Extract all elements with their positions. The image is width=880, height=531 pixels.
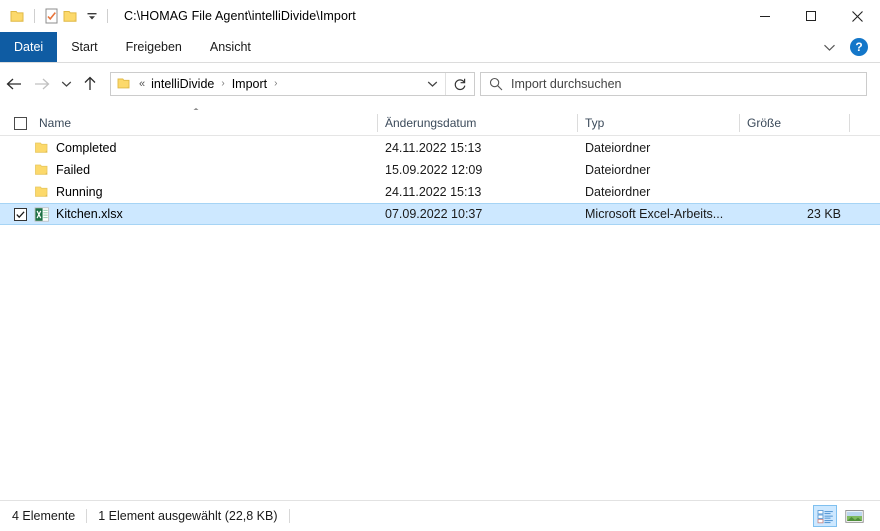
up-arrow-icon[interactable] (76, 69, 104, 99)
file-date: 07.09.2022 10:37 (385, 207, 483, 221)
column-divider[interactable] (577, 114, 578, 132)
status-divider (86, 509, 88, 523)
status-item-count: 4 Elemente (12, 509, 76, 523)
address-dropdown-icon[interactable] (419, 80, 445, 88)
quick-access-toolbar (0, 0, 114, 32)
chevron-down-icon[interactable] (83, 6, 101, 26)
status-bar: 4 Elemente 1 Element ausgewählt (22,8 KB… (0, 501, 880, 531)
details-view-button[interactable] (813, 505, 837, 527)
tab-ansicht[interactable]: Ansicht (196, 32, 265, 62)
address-bar[interactable]: « intelliDivide › Import › (110, 71, 475, 96)
column-header-extra[interactable] (849, 110, 880, 136)
folder-icon[interactable] (8, 6, 28, 26)
window-title: C:\HOMAG File Agent\intelliDivide\Import (124, 9, 356, 23)
table-row[interactable]: Failed 15.09.2022 12:09 Dateiordner (0, 159, 880, 181)
breadcrumb-item-intellidivide[interactable]: intelliDivide (149, 77, 216, 91)
folder-icon (32, 163, 52, 177)
file-date: 15.09.2022 12:09 (385, 163, 483, 177)
file-date: 24.11.2022 15:13 (385, 185, 482, 199)
breadcrumb-separator-icon[interactable]: › (216, 78, 229, 89)
column-divider[interactable] (377, 114, 378, 132)
search-input[interactable]: Import durchsuchen (511, 77, 621, 91)
row-checkbox-placeholder[interactable] (14, 142, 27, 155)
properties-icon[interactable] (41, 6, 61, 26)
tab-freigeben[interactable]: Freigeben (112, 32, 196, 62)
file-type: Dateiordner (585, 185, 651, 199)
toolbar-divider (34, 9, 35, 23)
ribbon-right-controls: ? (820, 32, 880, 62)
search-icon (481, 77, 511, 91)
column-divider[interactable] (739, 114, 740, 132)
excel-file-icon (32, 206, 52, 222)
column-header-size-label: Größe (747, 116, 782, 130)
table-row[interactable]: Running 24.11.2022 15:13 Dateiordner (0, 181, 880, 203)
help-icon[interactable]: ? (850, 38, 868, 56)
toolbar-divider-2 (107, 9, 108, 23)
status-divider-2 (288, 509, 290, 523)
maximize-button[interactable] (788, 0, 834, 32)
view-mode-buttons (813, 505, 880, 527)
column-header-size[interactable]: Größe (739, 110, 849, 136)
file-type: Dateiordner (585, 141, 651, 155)
tab-start[interactable]: Start (57, 32, 111, 62)
new-folder-icon[interactable] (61, 6, 81, 26)
table-row[interactable]: Completed 24.11.2022 15:13 Dateiordner (0, 137, 880, 159)
status-selection-info: 1 Element ausgewählt (22,8 KB) (98, 509, 278, 523)
select-all-checkbox[interactable] (14, 116, 27, 130)
ribbon-tab-strip: Datei Start Freigeben Ansicht ? (0, 32, 880, 62)
row-name-cell: Failed (0, 163, 377, 177)
row-name-cell: Kitchen.xlsx (0, 206, 377, 222)
file-name: Kitchen.xlsx (56, 207, 123, 221)
row-name-cell: Completed (0, 141, 377, 155)
back-arrow-icon[interactable] (0, 69, 28, 99)
table-row-selected[interactable]: Kitchen.xlsx 07.09.2022 10:37 Microsoft … (0, 203, 880, 225)
refresh-icon[interactable] (446, 77, 474, 91)
folder-icon (32, 185, 52, 199)
close-button[interactable] (834, 0, 880, 32)
title-bar: C:\HOMAG File Agent\intelliDivide\Import (0, 0, 880, 32)
breadcrumb-separator-icon-2[interactable]: › (269, 78, 282, 89)
file-type: Dateiordner (585, 163, 651, 177)
minimize-button[interactable] (742, 0, 788, 32)
search-box[interactable]: Import durchsuchen (480, 71, 867, 96)
breadcrumb-overflow[interactable]: « (135, 78, 149, 90)
column-header-date-label: Änderungsdatum (385, 116, 477, 130)
breadcrumb-item-import[interactable]: Import (230, 77, 269, 91)
breadcrumb: « intelliDivide › Import › (135, 77, 419, 91)
row-checkbox-placeholder[interactable] (14, 186, 27, 199)
file-type: Microsoft Excel-Arbeits... (585, 207, 724, 221)
file-date: 24.11.2022 15:13 (385, 141, 482, 155)
column-headers: Name Änderungsdatum Typ Größe (0, 110, 880, 136)
file-name: Completed (56, 141, 117, 155)
folder-icon (32, 141, 52, 155)
tab-datei[interactable]: Datei (0, 32, 58, 62)
row-name-cell: Running (0, 185, 377, 199)
recent-locations-chevron-icon[interactable] (56, 69, 76, 99)
column-headers-divider (0, 135, 880, 136)
file-list: Completed 24.11.2022 15:13 Dateiordner F… (0, 137, 880, 497)
file-name: Running (56, 185, 103, 199)
column-header-type[interactable]: Typ (577, 110, 739, 136)
chevron-down-icon[interactable] (820, 38, 838, 56)
column-header-type-label: Typ (585, 116, 605, 130)
column-header-name[interactable]: Name (0, 110, 377, 136)
file-size: 23 KB (806, 207, 841, 221)
column-divider[interactable] (849, 114, 850, 132)
row-checkbox[interactable] (14, 207, 27, 221)
column-header-date[interactable]: Änderungsdatum (377, 110, 577, 136)
navigation-bar: « intelliDivide › Import › Import durchs… (0, 63, 880, 104)
large-icons-view-button[interactable] (842, 505, 866, 527)
column-header-name-label: Name (39, 116, 72, 130)
window-controls (742, 0, 880, 32)
folder-icon (111, 77, 135, 90)
file-name: Failed (56, 163, 91, 177)
forward-arrow-icon (28, 69, 56, 99)
row-checkbox-placeholder[interactable] (14, 164, 27, 177)
